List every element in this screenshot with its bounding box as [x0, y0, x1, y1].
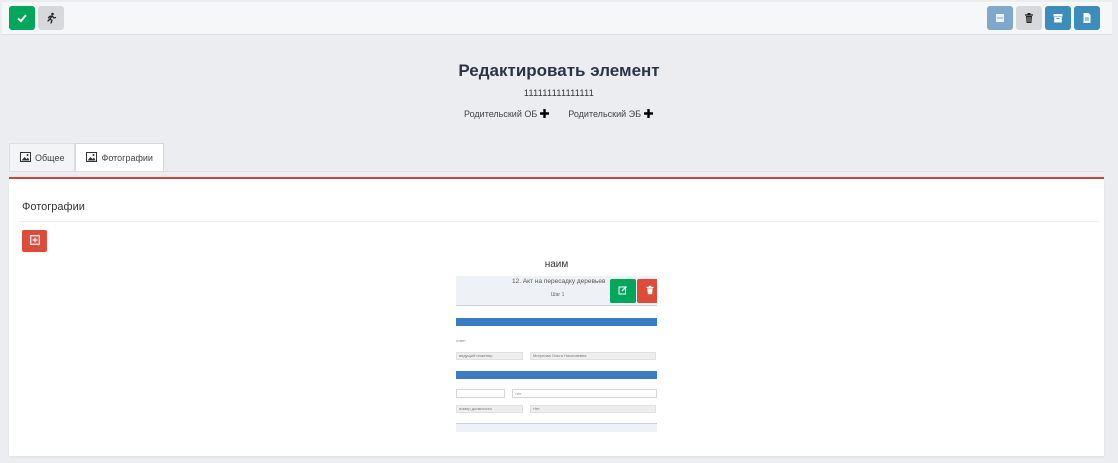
parent-eb-label: Родительский ЭБ	[568, 109, 641, 119]
document-field: ведущий инженер	[456, 352, 523, 360]
running-man-icon	[45, 12, 57, 24]
plus-icon[interactable]	[643, 108, 654, 120]
document-button[interactable]	[1074, 6, 1100, 30]
tab-photos-label: Фотографии	[101, 152, 153, 163]
document-footer	[456, 423, 657, 432]
tabs-divider	[9, 171, 1104, 172]
archive-button[interactable]	[1045, 6, 1071, 30]
plus-square-icon	[29, 232, 40, 250]
document-box: тип	[512, 389, 657, 398]
parent-links: Родительский ОБ Родительский ЭБ	[0, 108, 1118, 120]
panel-divider	[19, 221, 1099, 222]
parent-ob[interactable]: Родительский ОБ	[464, 108, 550, 120]
image-icon	[86, 151, 98, 164]
photo-thumbnail[interactable]: 12. Акт на пересадку деревьев Шаг 1 отве…	[456, 276, 657, 432]
document-subtitle: Шаг 1	[551, 292, 565, 298]
image-icon	[20, 151, 31, 164]
edit-photo-button[interactable]	[610, 279, 636, 303]
document-box	[456, 389, 505, 398]
list-icon	[994, 12, 1006, 24]
check-icon	[16, 12, 28, 24]
add-photo-button[interactable]	[22, 230, 47, 252]
document-section-bar	[456, 318, 657, 326]
document-field: номер должности	[456, 405, 523, 413]
page-title: Редактировать элемент	[458, 61, 660, 80]
delete-button[interactable]	[1016, 6, 1042, 30]
document-field: Мигунова Ольга Николаевна	[530, 352, 656, 360]
document-title: 12. Акт на пересадку деревьев	[512, 278, 606, 285]
tab-general[interactable]: Общее	[9, 143, 76, 171]
trash-icon	[645, 282, 655, 300]
archive-icon	[1052, 12, 1064, 24]
edit-icon	[618, 282, 628, 300]
tab-general-label: Общее	[35, 152, 65, 163]
file-icon	[1081, 12, 1093, 24]
save-button[interactable]	[9, 6, 35, 30]
parent-eb[interactable]: Родительский ЭБ	[568, 108, 654, 120]
toolbar	[2, 2, 1112, 35]
delete-photo-button[interactable]	[637, 279, 657, 303]
photos-panel: Фотографии наим 12. Акт на пересадку дер…	[9, 177, 1104, 456]
parent-ob-label: Родительский ОБ	[464, 109, 538, 119]
photo-caption: наим	[544, 259, 569, 270]
trash-icon	[1023, 12, 1035, 24]
tab-photos[interactable]: Фотографии	[75, 143, 164, 171]
document-field: Нет	[530, 405, 656, 413]
element-code: 111111111111111	[523, 88, 595, 98]
panel-title: Фотографии	[22, 201, 85, 213]
document-section-bar	[456, 371, 657, 379]
tab-bar: Общее Фотографии	[9, 143, 164, 171]
plus-icon[interactable]	[539, 108, 550, 120]
exit-button[interactable]	[38, 6, 64, 30]
document-label: ответ	[456, 338, 466, 343]
list-button[interactable]	[987, 6, 1013, 30]
